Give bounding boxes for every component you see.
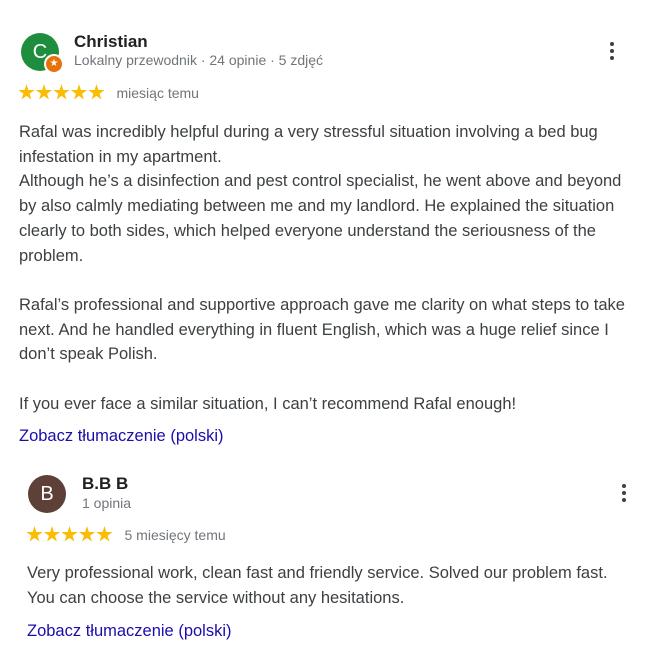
more-vert-icon [622, 491, 626, 495]
more-vert-icon [610, 49, 614, 53]
star-icon [78, 526, 96, 542]
star-rating [26, 526, 114, 543]
star-icon [26, 526, 43, 542]
more-vert-icon [622, 484, 626, 488]
star-icon [53, 84, 70, 100]
star-icon [96, 526, 113, 542]
star-rating [18, 84, 106, 101]
more-options-button[interactable] [612, 479, 636, 507]
review-text: Rafal was incredibly helpful during a ve… [19, 123, 625, 413]
reviewer-meta: Lokalny przewodnik · 24 opinie · 5 zdjęć [74, 52, 324, 68]
more-vert-icon [610, 56, 614, 60]
rating-row: 5 miesięcy temu [26, 526, 226, 543]
review-time: miesiąc temu [116, 84, 199, 101]
star-icon [61, 526, 78, 542]
reviewer-meta: 1 opinia [82, 495, 132, 511]
see-translation-link[interactable]: Zobacz tłumaczenie (polski) [27, 622, 232, 641]
more-vert-icon [622, 498, 626, 502]
review-text: Very professional work, clean fast and f… [27, 564, 612, 607]
star-icon [18, 84, 35, 100]
star-icon [43, 526, 61, 542]
star-icon [70, 84, 88, 100]
reviewer-name[interactable]: Christian [74, 32, 148, 52]
star-icon [88, 84, 105, 100]
see-translation-link[interactable]: Zobacz tłumaczenie (polski) [19, 427, 224, 446]
more-options-button[interactable] [600, 37, 624, 65]
review-time: 5 miesięcy temu [124, 526, 226, 543]
rating-row: miesiąc temu [18, 84, 199, 101]
avatar[interactable]: B [28, 475, 66, 513]
more-vert-icon [610, 42, 614, 46]
local-guide-badge-icon: ★ [44, 54, 64, 74]
reviewer-name[interactable]: B.B B [82, 474, 128, 494]
star-icon [35, 84, 53, 100]
